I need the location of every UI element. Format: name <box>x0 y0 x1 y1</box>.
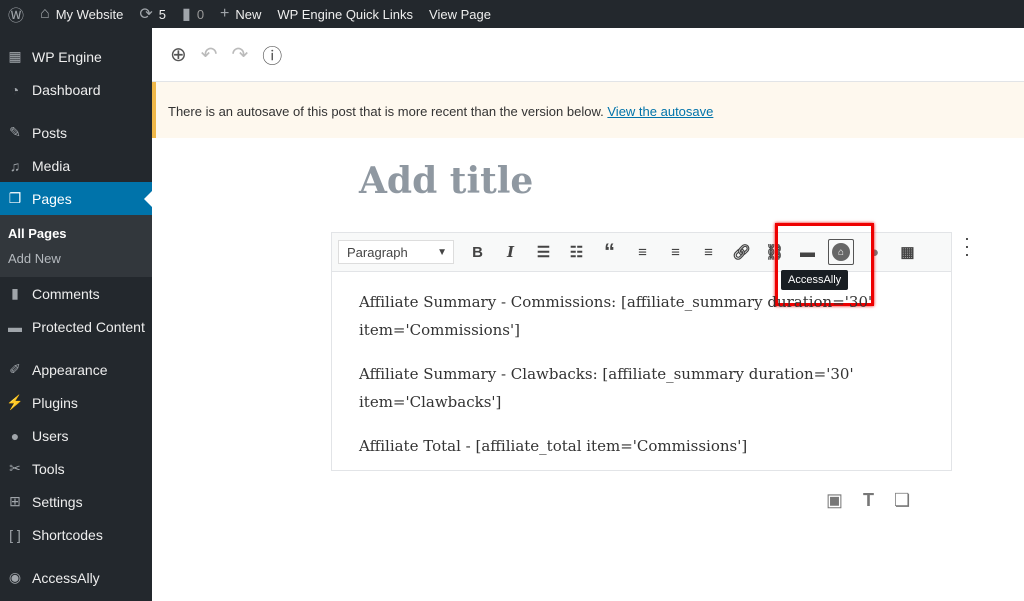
align-left-icon[interactable]: ≡ <box>627 244 658 261</box>
brush-icon: ✐ <box>9 361 21 377</box>
format-select[interactable]: Paragraph ▼ <box>338 240 454 264</box>
label: Protected Content <box>32 318 145 335</box>
label: AccessAlly <box>32 569 100 586</box>
view-page-label: View Page <box>429 6 491 22</box>
site-name: My Website <box>55 6 124 22</box>
new-label: New <box>235 6 262 22</box>
quick-inserters: ▣ T ❏ <box>826 490 910 511</box>
home-icon: ⌂ <box>40 5 50 22</box>
grid-icon: ▦ <box>8 48 22 64</box>
wordpress-icon: Ⓦ <box>8 8 25 25</box>
submenu-add-new[interactable]: Add New <box>0 246 152 271</box>
sidebar-item-accessally[interactable]: ◉ AccessAlly <box>0 561 152 594</box>
comments-link[interactable]: ▮ 0 <box>174 0 212 28</box>
numbered-list-icon[interactable]: ☷ <box>561 243 592 261</box>
label: Shortcodes <box>32 526 103 543</box>
post-title-input[interactable]: Add title <box>359 160 533 202</box>
editor-header: ⊕ ↶ ↷ ⓘ <box>152 28 1024 82</box>
plus-icon: + <box>220 5 230 22</box>
label: Pages <box>32 190 72 207</box>
label: Appearance <box>32 361 108 378</box>
paragraph[interactable]: Affiliate Summary - Commissions: [affili… <box>359 288 924 344</box>
gauge-icon: ◔ <box>10 81 20 98</box>
sidebar-item-settings[interactable]: ⊞ Settings <box>0 485 152 518</box>
label: Comments <box>32 285 100 302</box>
sidebar-item-plugins[interactable]: ⚡ Plugins <box>0 386 152 419</box>
label: WP Engine <box>32 48 102 65</box>
autosave-notice: There is an autosave of this post that i… <box>152 82 1024 138</box>
wrench-icon: ✂ <box>9 460 21 476</box>
updates-link[interactable]: ⟳ 5 <box>131 0 174 28</box>
plug-icon: ⚡ <box>6 394 24 410</box>
bullet-list-icon[interactable]: ☰ <box>528 243 559 261</box>
admin-sidebar: ▦ WP Engine ◔ Dashboard ✎ Posts ♫ Media ❐ Pag… <box>0 28 152 601</box>
sidebar-item-posts[interactable]: ✎ Posts <box>0 116 152 149</box>
pages-submenu: All Pages Add New <box>0 215 152 277</box>
label: Plugins <box>32 394 78 411</box>
link-icon[interactable]: 🔗︎ <box>726 243 757 261</box>
media-icon: ♫ <box>9 157 21 174</box>
comment-icon: ▮ <box>11 285 19 301</box>
quick-links[interactable]: WP Engine Quick Links <box>269 0 421 28</box>
new-link[interactable]: + New <box>212 0 269 28</box>
sidebar-item-users[interactable]: ● Users <box>0 419 152 452</box>
label: Users <box>32 427 69 444</box>
sidebar-item-comments[interactable]: ▮ Comments <box>0 277 152 310</box>
chevron-down-icon: ▼ <box>437 246 447 258</box>
sidebar-item-wp-engine[interactable]: ▦ WP Engine <box>0 40 152 73</box>
sidebar-item-protected-content[interactable]: ▬ Protected Content <box>0 310 152 343</box>
image-icon[interactable]: ▣ <box>826 490 843 511</box>
updates-icon: ⟳ <box>139 6 153 23</box>
label: Media <box>32 157 71 174</box>
more-options-icon[interactable]: · · · <box>962 229 972 263</box>
table-icon[interactable]: ▦ <box>892 243 923 261</box>
paragraph[interactable]: Affiliate Summary - Clawbacks: [affiliat… <box>359 360 924 416</box>
comment-icon: ▮ <box>182 6 191 23</box>
format-value: Paragraph <box>347 244 408 260</box>
paragraph-block[interactable]: Affiliate Summary - Commissions: [affili… <box>331 272 952 471</box>
align-right-icon[interactable]: ≡ <box>693 244 724 261</box>
undo-icon[interactable]: ↶ <box>201 42 218 67</box>
label: Tools <box>32 460 65 477</box>
info-icon[interactable]: ⓘ <box>262 40 282 69</box>
page-icon: ❐ <box>8 190 22 206</box>
heading-icon[interactable]: T <box>863 490 874 511</box>
sidebar-item-appearance[interactable]: ✐ Appearance <box>0 353 152 386</box>
sidebar-item-dashboard[interactable]: ◔ Dashboard <box>0 73 152 106</box>
quote-icon[interactable]: “ <box>594 239 625 265</box>
wp-logo-button[interactable]: Ⓦ <box>0 0 32 28</box>
admin-bar: Ⓦ ⌂ My Website ⟳ 5 ▮ 0 + New WP Engine Quick… <box>0 0 1024 28</box>
quick-links-label: WP Engine Quick Links <box>277 6 414 22</box>
pin-icon: ✎ <box>9 124 21 140</box>
settings-icon: ⊞ <box>9 493 21 509</box>
site-name-link[interactable]: ⌂ My Website <box>32 0 131 28</box>
folder-icon: ▬ <box>8 318 22 335</box>
submenu-all-pages[interactable]: All Pages <box>0 221 152 246</box>
italic-icon[interactable]: I <box>495 243 526 261</box>
view-page-link[interactable]: View Page <box>421 0 499 28</box>
user-icon: ● <box>10 427 20 444</box>
label: Settings <box>32 493 83 510</box>
add-block-icon[interactable]: ⊕ <box>170 42 187 67</box>
sidebar-item-pages[interactable]: ❐ Pages <box>0 182 152 215</box>
align-center-icon[interactable]: ≡ <box>660 244 691 261</box>
redo-icon[interactable]: ↷ <box>232 42 249 67</box>
sidebar-item-shortcodes[interactable]: [ ] Shortcodes <box>0 518 152 551</box>
sidebar-item-media[interactable]: ♫ Media <box>0 149 152 182</box>
accessally-icon: ◉ <box>8 569 22 585</box>
label: Posts <box>32 124 68 141</box>
gallery-icon[interactable]: ❏ <box>894 490 910 511</box>
notice-text: There is an autosave of this post that i… <box>168 104 604 119</box>
updates-count: 5 <box>158 6 166 22</box>
label: Dashboard <box>32 81 101 98</box>
sidebar-item-tools[interactable]: ✂ Tools <box>0 452 152 485</box>
bold-icon[interactable]: B <box>462 244 493 261</box>
view-autosave-link[interactable]: View the autosave <box>607 104 713 119</box>
comments-count: 0 <box>196 6 205 22</box>
paragraph[interactable]: Affiliate Total - [affiliate_total item=… <box>359 432 924 460</box>
brackets-icon: [ ] <box>9 526 21 543</box>
